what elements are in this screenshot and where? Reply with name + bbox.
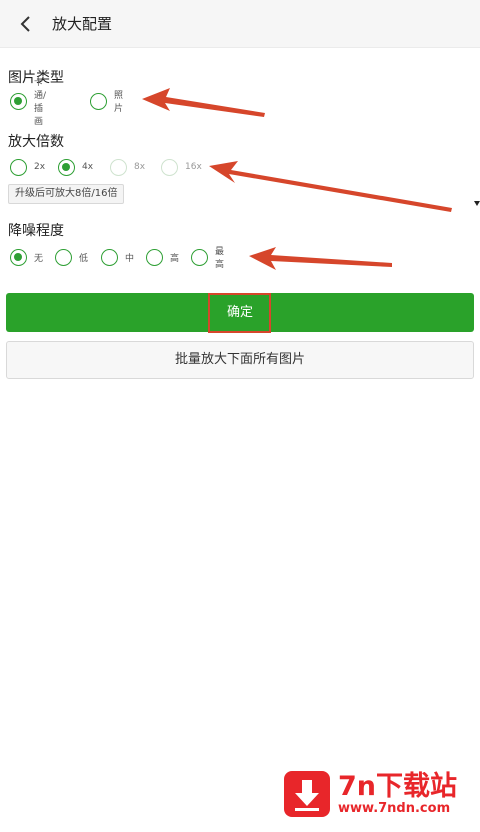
watermark-title: 7n下载站 (338, 771, 458, 802)
radio-option-4x[interactable]: 4x (58, 156, 93, 178)
radio-option-2x[interactable]: 2x (10, 156, 45, 178)
watermark-url: www.7ndn.com (338, 801, 451, 816)
highlight-box (208, 293, 271, 333)
arrow-denoise (249, 247, 392, 270)
radio-label: 4x (82, 162, 94, 172)
radio-unchecked-icon[interactable] (146, 248, 163, 266)
radio-checked-icon[interactable] (10, 248, 27, 266)
radio-unchecked-icon[interactable] (191, 248, 208, 266)
upgrade-button[interactable]: 升级后可放大8倍/16倍 (8, 184, 125, 204)
radio-label: 中 (125, 253, 135, 264)
header-bar: 放大配置 (0, 0, 480, 48)
denoise-title: 降噪程度 (8, 223, 64, 239)
radio-label: 低 (79, 253, 89, 264)
batch-enlarge-button[interactable]: 批量放大下面所有图片 (6, 341, 474, 379)
radio-option-medium[interactable]: 中 (101, 246, 134, 268)
radio-option-cartoon[interactable]: 卡通/插画 (10, 78, 46, 127)
back-arrow-icon[interactable] (14, 12, 38, 36)
radio-unchecked-icon[interactable] (101, 248, 118, 266)
radio-option-photo[interactable]: 照片 (90, 90, 124, 114)
radio-unchecked-icon[interactable] (10, 158, 27, 176)
radio-label: 2x (34, 162, 46, 172)
radio-disabled-icon[interactable] (110, 158, 127, 176)
radio-label: 无 (34, 253, 44, 264)
radio-label: 16x (185, 162, 202, 172)
radio-option-8x[interactable]: 8x (110, 156, 145, 178)
arrow-image-type (142, 88, 265, 117)
radio-unchecked-icon[interactable] (55, 248, 72, 266)
radio-option-low[interactable]: 低 (55, 246, 88, 268)
radio-checked-icon[interactable] (10, 92, 27, 110)
radio-label: 卡通/插画 (34, 78, 47, 127)
scale-title: 放大倍数 (8, 134, 64, 150)
scroll-indicator-icon (474, 201, 480, 206)
radio-label: 8x (134, 162, 146, 172)
radio-label: 高 (170, 253, 180, 264)
radio-label: 照片 (114, 91, 124, 114)
radio-checked-icon[interactable] (58, 158, 75, 176)
radio-option-high[interactable]: 高 (146, 246, 179, 268)
radio-label: 最高 (215, 247, 225, 270)
radio-disabled-icon[interactable] (161, 158, 178, 176)
radio-option-none[interactable]: 无 (10, 246, 43, 268)
radio-option-highest[interactable]: 最高 (191, 246, 225, 270)
annotation-arrows (142, 88, 480, 270)
radio-unchecked-icon[interactable] (90, 92, 107, 110)
arrow-scale (209, 161, 452, 212)
page-title: 放大配置 (52, 15, 113, 33)
download-arrow-icon (284, 771, 330, 817)
radio-option-16x[interactable]: 16x (161, 156, 202, 178)
